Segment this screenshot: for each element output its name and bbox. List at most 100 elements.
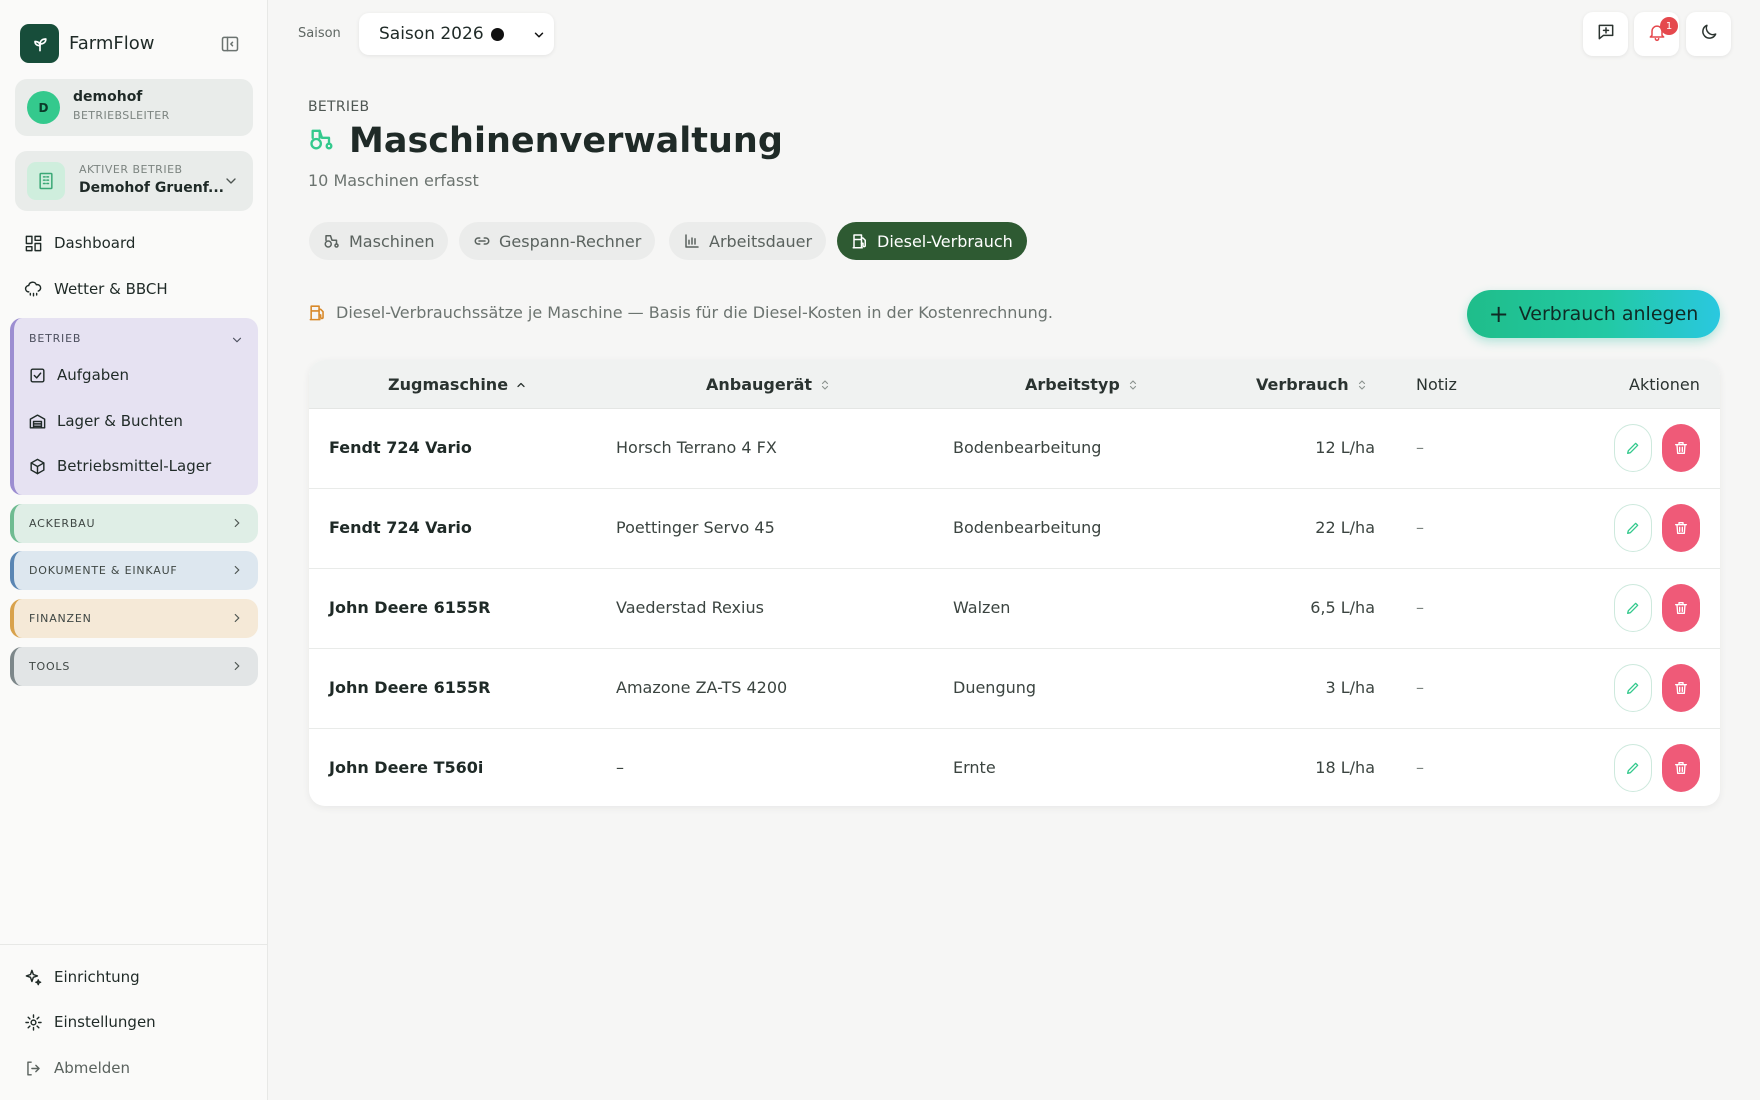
tab-machines[interactable]: Maschinen (309, 222, 449, 260)
pencil-icon (1627, 602, 1639, 614)
column-header-tractor[interactable]: Zugmaschine (388, 375, 527, 394)
column-header-implement[interactable]: Anbaugerät (706, 375, 831, 394)
edit-button[interactable] (1614, 744, 1652, 792)
sort-icon (819, 378, 831, 392)
cell-consumption: 18 L/ha (1315, 758, 1375, 777)
table-row: John Deere 6155R Vaederstad Rexius Walze… (309, 569, 1720, 649)
sidebar-item-label: Einstellungen (54, 1013, 156, 1031)
chevron-right-icon (230, 658, 244, 677)
tab-hitch-calculator[interactable]: Gespann-Rechner (459, 222, 656, 260)
cell-consumption: 6,5 L/ha (1310, 598, 1375, 617)
nav-group-finances[interactable]: FINANZEN (10, 599, 258, 638)
chevron-down-icon (223, 173, 239, 193)
tab-label: Diesel-Verbrauch (877, 231, 1013, 251)
cell-tractor: John Deere 6155R (329, 598, 491, 617)
tab-diesel-consumption[interactable]: Diesel-Verbrauch (837, 222, 1027, 260)
sort-icon (1356, 378, 1368, 392)
sidebar-item-settings[interactable]: Einstellungen (22, 1008, 156, 1036)
table-header: Zugmaschine Anbaugerät Arbeitstyp Verbra… (309, 360, 1720, 409)
chevron-down-icon[interactable] (230, 332, 244, 351)
page-title: Maschinenverwaltung (349, 121, 783, 161)
sidebar-item-label: Aufgaben (57, 366, 130, 384)
column-header-consumption[interactable]: Verbrauch (1256, 375, 1368, 394)
trash-icon (1675, 762, 1687, 774)
cell-consumption: 22 L/ha (1315, 518, 1375, 537)
user-role: BETRIEBSLEITER (73, 109, 170, 122)
logout-icon (22, 1057, 44, 1079)
edit-button[interactable] (1614, 424, 1652, 472)
sidebar-item-label: Lager & Buchten (57, 412, 183, 430)
nav-group-label[interactable]: BETRIEB (29, 332, 81, 345)
cell-tractor: John Deere 6155R (329, 678, 491, 697)
dashboard-icon (22, 232, 44, 254)
table-row: Fendt 724 Vario Horsch Terrano 4 FX Bode… (309, 409, 1720, 489)
season-value: Saison 2026 (379, 24, 484, 44)
theme-toggle-button[interactable] (1686, 12, 1731, 56)
tab-work-duration[interactable]: Arbeitsdauer (669, 222, 827, 260)
sidebar-item-storage[interactable]: Lager & Buchten (26, 408, 183, 434)
sidebar-item-label: Einrichtung (54, 968, 140, 986)
sidebar-collapse-icon[interactable] (218, 33, 242, 55)
delete-button[interactable] (1662, 664, 1700, 712)
fuel-icon (851, 232, 869, 250)
chevron-right-icon (230, 515, 244, 534)
feedback-button[interactable] (1583, 12, 1628, 56)
cell-note: – (1416, 758, 1424, 777)
cell-implement: – (616, 758, 624, 777)
delete-button[interactable] (1662, 744, 1700, 792)
cell-implement: Poettinger Servo 45 (616, 518, 775, 537)
delete-button[interactable] (1662, 504, 1700, 552)
moon-icon (1699, 22, 1719, 46)
column-header-label: Zugmaschine (388, 375, 509, 394)
column-header-label: Verbrauch (1256, 375, 1349, 394)
bar-chart-icon (683, 232, 701, 250)
sort-ascending-icon (515, 379, 527, 391)
nav-group-ackerbau[interactable]: ACKERBAU (10, 504, 258, 543)
sidebar-item-setup[interactable]: Einrichtung (22, 963, 140, 991)
cell-tractor: Fendt 724 Vario (329, 518, 472, 537)
info-text-row: Diesel-Verbrauchssätze je Maschine — Bas… (308, 303, 1053, 322)
sidebar-divider (0, 944, 268, 945)
delete-button[interactable] (1662, 424, 1700, 472)
sidebar-item-dashboard[interactable]: Dashboard (22, 229, 135, 257)
edit-button[interactable] (1614, 584, 1652, 632)
cell-work-type: Ernte (953, 758, 996, 777)
trash-icon (1675, 442, 1687, 454)
sidebar-item-label: Abmelden (54, 1059, 131, 1077)
sidebar-item-supplies[interactable]: Betriebsmittel-Lager (26, 453, 211, 479)
table-row: Fendt 724 Vario Poettinger Servo 45 Bode… (309, 489, 1720, 569)
sidebar-item-weather[interactable]: Wetter & BBCH (22, 275, 168, 303)
package-icon (26, 455, 48, 477)
add-consumption-button[interactable]: + Verbrauch anlegen (1467, 290, 1720, 338)
edit-button[interactable] (1614, 664, 1652, 712)
brand[interactable]: FarmFlow (20, 24, 154, 63)
avatar: D (27, 91, 60, 124)
active-farm-name: Demohof Gruenf... (79, 180, 224, 196)
trash-icon (1675, 522, 1687, 534)
plus-icon: + (1488, 300, 1509, 328)
nav-group-tools[interactable]: TOOLS (10, 647, 258, 686)
cell-tractor: John Deere T560i (329, 758, 484, 777)
cell-implement: Amazone ZA-TS 4200 (616, 678, 788, 697)
notifications-button[interactable]: 1 (1634, 12, 1679, 56)
column-header-work-type[interactable]: Arbeitstyp (1025, 375, 1139, 394)
notification-badge: 1 (1660, 17, 1678, 35)
chevron-right-icon (230, 562, 244, 581)
active-farm-selector[interactable]: AKTIVER BETRIEB Demohof Gruenf... (15, 151, 253, 211)
nav-group-documents[interactable]: DOKUMENTE & EINKAUF (10, 551, 258, 590)
sidebar-item-logout[interactable]: Abmelden (22, 1054, 130, 1082)
sidebar-item-tasks[interactable]: Aufgaben (26, 362, 129, 388)
building-icon (27, 162, 65, 200)
table-row: John Deere T560i – Ernte 18 L/ha – (309, 729, 1720, 806)
breadcrumb: BETRIEB (308, 99, 370, 115)
delete-button[interactable] (1662, 584, 1700, 632)
trash-icon (1675, 682, 1687, 694)
cell-note: – (1416, 598, 1424, 617)
column-header-label: Anbaugerät (706, 375, 813, 394)
user-card[interactable]: D demohof BETRIEBSLEITER (15, 79, 253, 136)
column-header-note: Notiz (1416, 375, 1457, 394)
edit-button[interactable] (1614, 504, 1652, 552)
season-select[interactable]: Saison 2026 (359, 13, 554, 55)
cell-work-type: Duengung (953, 678, 1037, 697)
cell-tractor: Fendt 724 Vario (329, 438, 472, 457)
